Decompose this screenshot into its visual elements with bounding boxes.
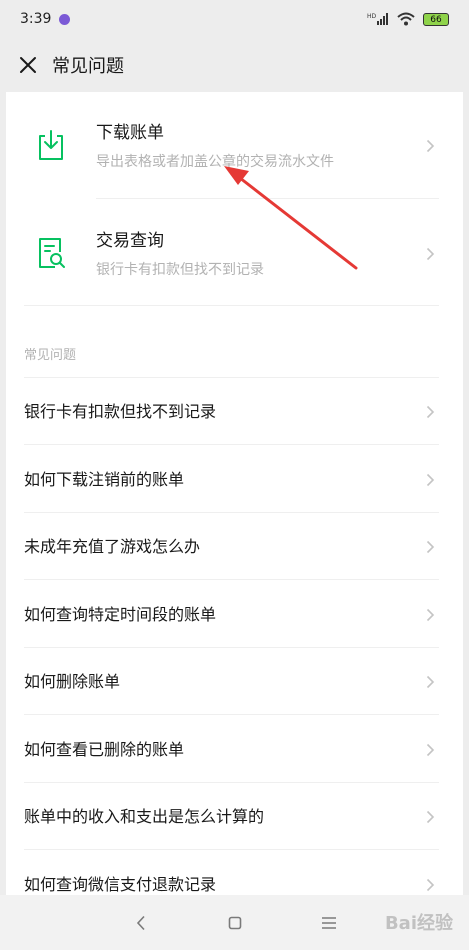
divider: [96, 198, 439, 199]
back-button[interactable]: [94, 915, 188, 931]
download-bill-desc: 导出表格或者加盖公章的交易流水文件: [96, 154, 334, 170]
document-search-icon: [39, 238, 65, 268]
faq-item-label: 如何下载注销前的账单: [24, 469, 185, 489]
menu-icon: [321, 916, 336, 929]
status-right: HD 66: [367, 12, 449, 26]
app-notification-icon: [59, 13, 71, 25]
faq-list-item[interactable]: 银行卡有扣款但找不到记录: [6, 378, 463, 445]
faq-item-label: 银行卡有扣款但找不到记录: [24, 402, 217, 421]
faq-item-label: 账单中的收入和支出是怎么计算的: [24, 807, 265, 826]
download-bill-title: 下载账单: [96, 123, 164, 143]
battery-indicator: 66: [423, 12, 449, 26]
status-time: 3:39: [20, 11, 52, 27]
chevron-right-icon: [426, 139, 435, 153]
watermark: Bai经验: [384, 913, 453, 934]
faq-list-item[interactable]: 如何查看已删除的账单: [6, 716, 463, 783]
transaction-query-entry[interactable]: 交易查询 银行卡有扣款但找不到记录: [6, 200, 463, 308]
wifi-icon: [397, 12, 415, 26]
chevron-right-icon: [426, 405, 435, 419]
back-icon: [136, 915, 145, 930]
download-bill-entry[interactable]: 下载账单 导出表格或者加盖公章的交易流水文件: [6, 92, 463, 200]
network-type: HD: [367, 13, 377, 20]
chevron-right-icon: [426, 810, 435, 824]
close-icon[interactable]: [18, 55, 38, 75]
chevron-right-icon: [426, 608, 435, 621]
download-icon: [39, 130, 63, 160]
status-left: 3:39: [20, 11, 71, 27]
content-card: 下载账单 导出表格或者加盖公章的交易流水文件 交易查询 银行卡有扣款但找不到记录…: [6, 92, 463, 918]
faq-item-label: 未成年充值了游戏怎么办: [24, 537, 201, 556]
download-bill-text: 下载账单 导出表格或者加盖公章的交易流水文件: [96, 118, 334, 171]
faq-list-item[interactable]: 如何删除账单: [6, 648, 463, 715]
chevron-right-icon: [426, 743, 435, 756]
faq-list-item[interactable]: 未成年充值了游戏怎么办: [6, 513, 463, 580]
faq-item-label: 如何查看已删除的账单: [24, 739, 185, 759]
faq-section-label: 常见问题: [24, 348, 77, 363]
faq-list-item[interactable]: 如何查询特定时间段的账单: [6, 581, 463, 648]
faq-item-label: 如何删除账单: [24, 672, 121, 691]
header: 常见问题: [0, 38, 469, 92]
transaction-query-desc: 银行卡有扣款但找不到记录: [96, 262, 264, 278]
system-nav-bar: Bai经验: [0, 895, 469, 950]
chevron-right-icon: [426, 878, 435, 891]
chevron-right-icon: [426, 540, 435, 554]
home-icon: [228, 916, 241, 929]
faq-list-item[interactable]: 如何下载注销前的账单: [6, 446, 463, 513]
chevron-right-icon: [426, 675, 435, 689]
menu-button[interactable]: [282, 916, 376, 930]
divider: [24, 305, 439, 306]
page-title: 常见问题: [52, 56, 124, 77]
signal-icon: HD: [367, 13, 388, 25]
chevron-right-icon: [426, 473, 435, 486]
transaction-query-text: 交易查询 银行卡有扣款但找不到记录: [96, 226, 264, 279]
faq-item-label: 如何查询特定时间段的账单: [24, 604, 217, 624]
transaction-query-title: 交易查询: [96, 231, 164, 251]
chevron-right-icon: [426, 247, 435, 261]
home-button[interactable]: [188, 916, 282, 930]
faq-list-item[interactable]: 账单中的收入和支出是怎么计算的: [6, 783, 463, 850]
status-bar: 3:39 HD 66: [0, 0, 469, 38]
